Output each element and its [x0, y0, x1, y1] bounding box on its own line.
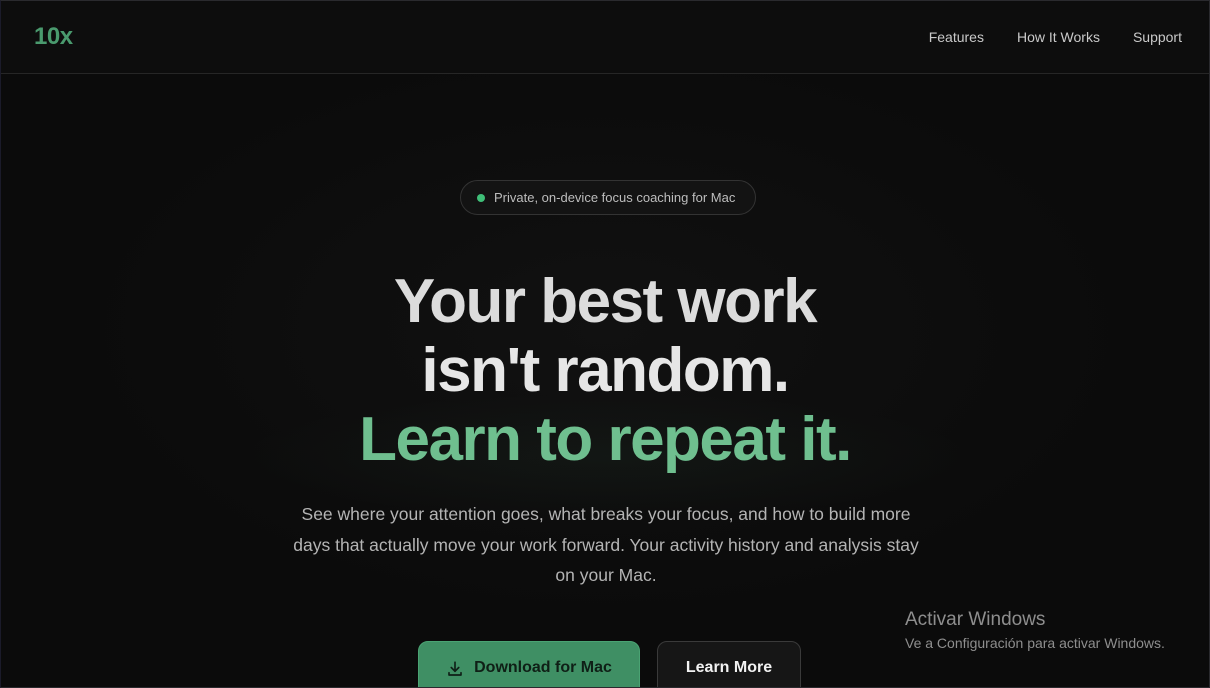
windows-activation-watermark: Activar Windows Ve a Configuración para … [905, 608, 1165, 654]
download-for-mac-label: Download for Mac [474, 659, 612, 676]
headline-line-2: isn't random. [421, 336, 790, 405]
learn-more-button[interactable]: Learn More [657, 641, 801, 687]
nav-link-support[interactable]: Support [1133, 29, 1182, 45]
watermark-title: Activar Windows [905, 609, 1046, 630]
hero-headline: Your best work isn't random. Learn to re… [1, 267, 1209, 474]
headline-line-3: Learn to repeat it. [359, 405, 852, 474]
status-dot-icon [477, 193, 485, 202]
headline-line-1: Your best work [393, 267, 818, 336]
download-icon [448, 661, 462, 676]
page: 10x Features How It Works Support Privat… [0, 0, 1210, 688]
logo[interactable]: 10x [34, 23, 73, 51]
watermark-subtitle: Ve a Configuración para activar Windows. [905, 635, 1165, 651]
nav-links: Features How It Works Support [929, 29, 1182, 45]
hero-badge-text: Private, on-device focus coaching for Ma… [494, 190, 736, 205]
learn-more-label: Learn More [685, 659, 773, 676]
nav-link-features[interactable]: Features [929, 29, 984, 45]
download-for-mac-button[interactable]: Download for Mac [418, 641, 640, 687]
hero-badge: Private, on-device focus coaching for Ma… [460, 180, 756, 215]
nav-link-how-it-works[interactable]: How It Works [1017, 29, 1100, 45]
top-nav: 10x Features How It Works Support [1, 1, 1209, 74]
hero-subtext: See where your attention goes, what brea… [293, 504, 919, 585]
